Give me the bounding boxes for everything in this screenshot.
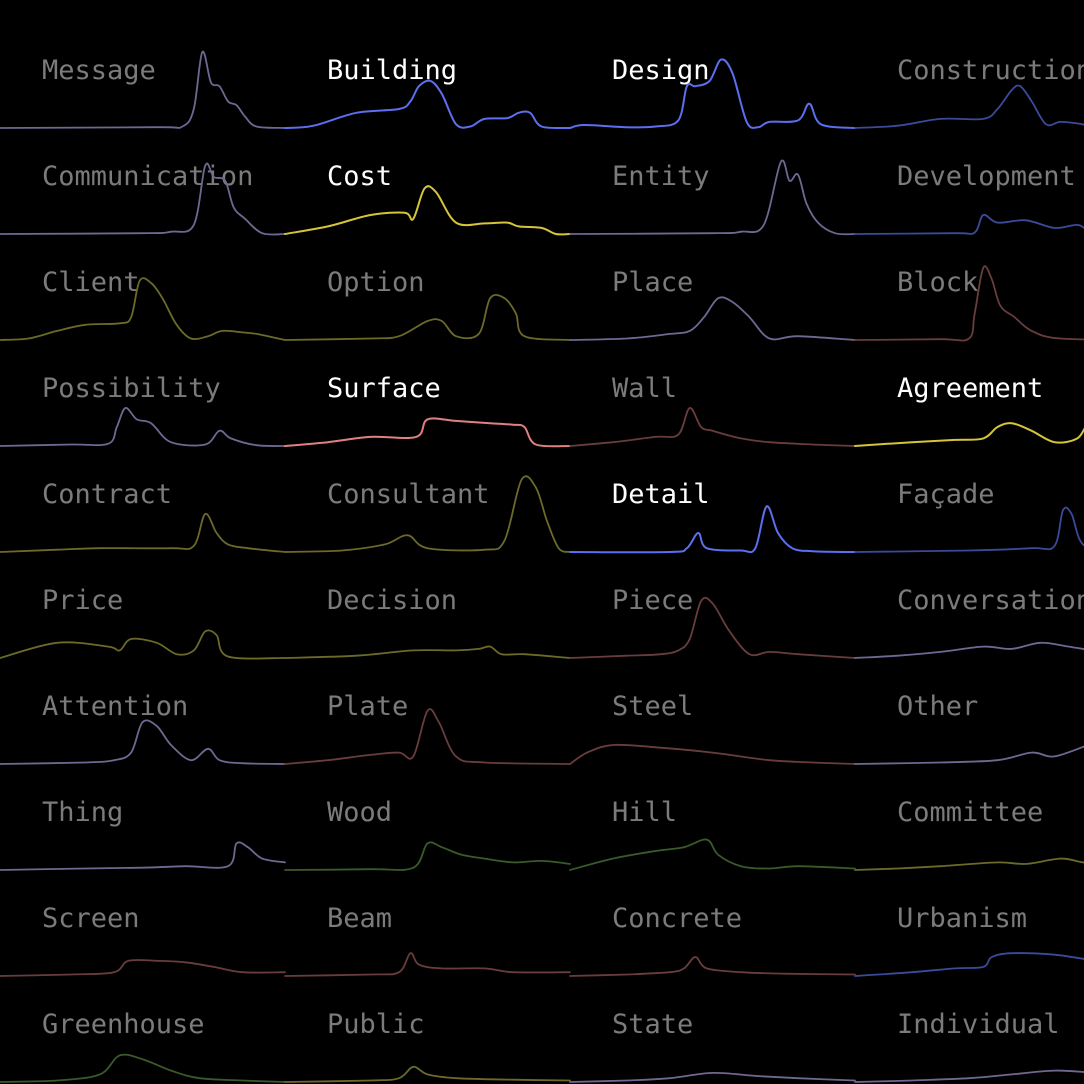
term-sparkline xyxy=(854,265,1084,342)
term-sparkline xyxy=(854,745,1084,765)
term-sparkline xyxy=(854,84,1084,129)
term-sparkline xyxy=(284,79,571,130)
term-sparkline xyxy=(569,58,856,129)
term-sparkline xyxy=(569,838,856,871)
term-sparkline xyxy=(0,277,286,341)
term-sparkline xyxy=(569,743,856,765)
term-sparkline xyxy=(0,719,286,765)
term-sparkline xyxy=(284,417,571,448)
term-sparkline xyxy=(284,841,571,871)
term-sparkline xyxy=(0,841,286,871)
term-sparkline xyxy=(0,50,286,129)
term-sparkline xyxy=(854,506,1084,553)
term-sparkline xyxy=(0,629,286,660)
sparkline-canvas xyxy=(0,50,1084,1083)
term-sparkline xyxy=(0,407,286,447)
term-sparkline xyxy=(854,422,1084,447)
term-frequency-grid: Message Building Design Construction Communi… xyxy=(0,0,1084,1084)
term-sparkline xyxy=(284,645,571,659)
term-sparkline xyxy=(284,294,571,341)
term-sparkline xyxy=(284,185,571,236)
term-sparkline xyxy=(569,296,856,341)
term-sparkline xyxy=(0,162,286,236)
term-sparkline xyxy=(284,1065,571,1083)
term-sparkline xyxy=(284,952,571,977)
term-sparkline xyxy=(569,505,856,554)
term-sparkline xyxy=(854,641,1084,659)
term-sparkline xyxy=(569,407,856,447)
term-sparkline xyxy=(569,159,856,236)
term-sparkline xyxy=(569,956,856,977)
term-sparkline xyxy=(0,958,286,977)
term-sparkline xyxy=(284,475,571,553)
term-sparkline xyxy=(0,1053,286,1083)
term-sparkline xyxy=(569,596,856,659)
term-sparkline xyxy=(854,1069,1084,1083)
term-sparkline xyxy=(0,513,286,553)
term-sparkline xyxy=(854,952,1084,977)
term-sparkline xyxy=(569,1071,856,1083)
term-sparkline xyxy=(854,857,1084,871)
term-sparkline xyxy=(284,708,571,765)
term-sparkline xyxy=(854,213,1084,235)
